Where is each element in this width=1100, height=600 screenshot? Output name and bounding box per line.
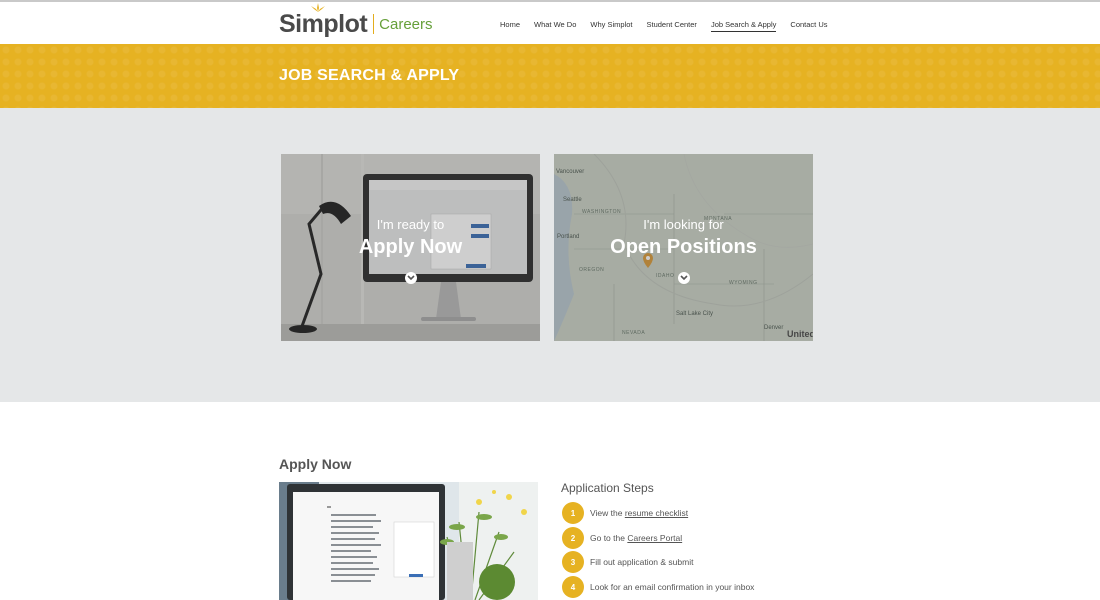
page-banner: JOB SEARCH & APPLY (0, 44, 1100, 108)
logo-divider (373, 14, 375, 34)
step-item: 2 Go to the Careers Portal (562, 527, 682, 549)
step-text: Fill out application & submit (590, 557, 694, 567)
step-item: 3 Fill out application & submit (562, 551, 693, 573)
nav-home[interactable]: Home (500, 20, 520, 32)
chevron-down-icon[interactable] (405, 272, 417, 284)
open-card-title: Open Positions (610, 236, 757, 258)
step-number-badge: 2 (562, 527, 584, 549)
nav-why-simplot[interactable]: Why Simplot (590, 20, 632, 32)
step-item: 1 View the resume checklist (562, 502, 688, 524)
simplot-careers-logo[interactable]: Simplot Careers (279, 3, 433, 42)
logo-careers-text: Careers (379, 15, 433, 33)
apply-card-title: Apply Now (358, 236, 463, 258)
chevron-down-icon[interactable] (678, 272, 690, 284)
site-header: Simplot Careers Home What We Do Why Simp… (0, 2, 1100, 44)
step-text-pre: View the (590, 508, 625, 518)
nav-student-center[interactable]: Student Center (646, 20, 696, 32)
resume-checklist-link[interactable]: resume checklist (625, 508, 688, 518)
laptop-plant-photo (279, 482, 538, 600)
apply-now-card[interactable]: I'm ready to Apply Now (281, 154, 540, 341)
application-steps-title: Application Steps (561, 481, 654, 495)
cta-band (0, 108, 1100, 402)
open-positions-card[interactable]: Vancouver Seattle WASHINGTON MONTANA Por… (554, 154, 813, 341)
careers-portal-link[interactable]: Careers Portal (627, 533, 682, 543)
step-number-badge: 3 (562, 551, 584, 573)
logo-wordmark: Simplot (279, 9, 368, 38)
open-card-pretext: I'm looking for (643, 217, 724, 232)
apply-card-pretext: I'm ready to (376, 217, 445, 232)
step-number-badge: 4 (562, 576, 584, 598)
page-title: JOB SEARCH & APPLY (279, 67, 460, 84)
nav-contact-us[interactable]: Contact Us (790, 20, 827, 32)
nav-job-search-apply[interactable]: Job Search & Apply (710, 20, 777, 32)
nav-what-we-do[interactable]: What We Do (534, 20, 576, 32)
step-number-badge: 1 (562, 502, 584, 524)
step-text: View the resume checklist (590, 508, 688, 518)
step-text: Go to the Careers Portal (590, 533, 682, 543)
apply-now-heading: Apply Now (279, 456, 352, 472)
sun-icon (311, 3, 325, 12)
step-text: Look for an email confirmation in your i… (590, 582, 755, 592)
main-nav: Home What We Do Why Simplot Student Cent… (500, 20, 828, 32)
step-item: 4 Look for an email confirmation in your… (562, 576, 754, 598)
step-text-pre: Go to the (590, 533, 628, 543)
